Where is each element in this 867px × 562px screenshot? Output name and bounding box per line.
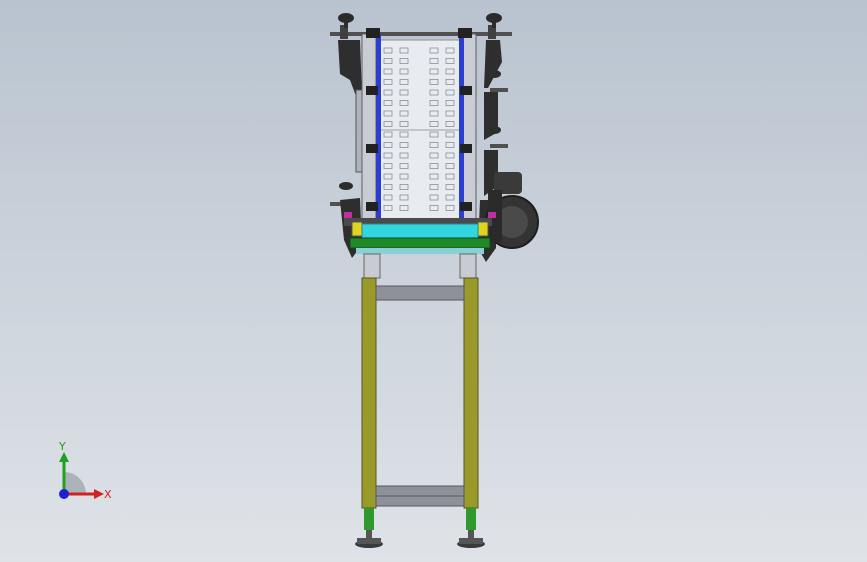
leveling-foot-right[interactable] xyxy=(457,508,485,548)
x-arrow-head-icon xyxy=(94,489,104,499)
graphics-viewport[interactable]: Y X xyxy=(0,0,867,562)
y-axis-label: Y xyxy=(58,440,66,453)
top-adjustment-rod[interactable] xyxy=(330,25,512,39)
cross-brace-lower[interactable] xyxy=(375,485,465,507)
conveyor-belt[interactable] xyxy=(369,39,463,221)
conveyor-frame-base[interactable] xyxy=(344,212,496,254)
x-axis-label: X xyxy=(104,488,112,501)
y-arrow-head-icon xyxy=(59,452,69,462)
reference-triad[interactable]: Y X xyxy=(40,438,120,518)
cross-brace-upper[interactable] xyxy=(375,285,465,301)
conveyor-3d-model[interactable] xyxy=(0,0,867,562)
z-axis-dot-icon xyxy=(59,489,69,499)
leveling-foot-left[interactable] xyxy=(355,508,383,548)
